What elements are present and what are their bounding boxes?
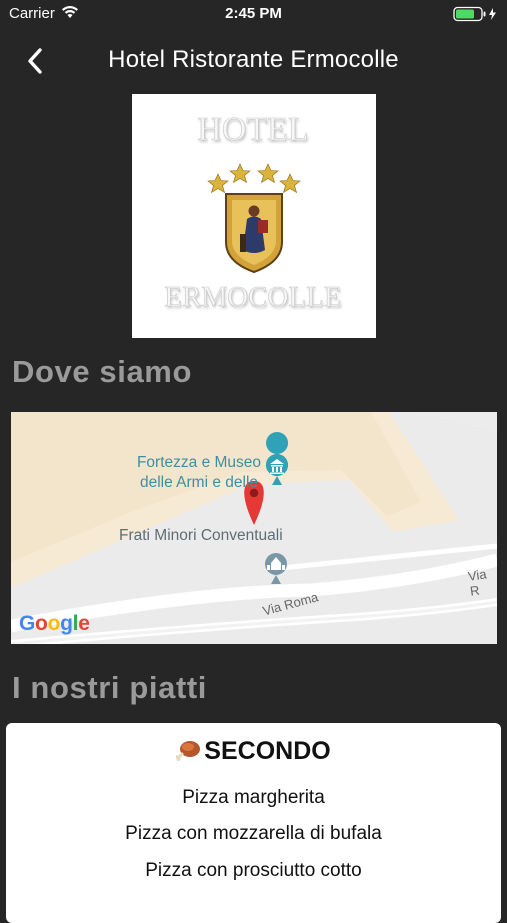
crest-icon [225, 193, 283, 274]
hotel-logo: HOTEL HOTEL ERMOCOLLE ERMOCOLLE [132, 94, 376, 338]
logo-line-2-front: ERMOCOLLE [164, 281, 341, 313]
star-icon [207, 163, 301, 194]
battery-icon [453, 6, 499, 22]
google-logo: Google [19, 612, 90, 635]
navigation-bar: Hotel Ristorante Ermocolle [0, 28, 507, 92]
status-bar: Carrier 2:45 PM [0, 0, 507, 28]
dish-item[interactable]: Pizza margherita [6, 787, 501, 809]
location-section-title: Dove siamo [12, 354, 193, 389]
menu-category-label: SECONDO [204, 737, 331, 765]
map-poi-label[interactable]: Fortezza e Museo delle Armi e delle [129, 453, 269, 493]
dish-item[interactable]: Pizza con mozzarella di bufala [6, 823, 501, 845]
map-poi-label[interactable]: Frati Minori Conventuali [119, 526, 283, 546]
map-street-label: Via R [467, 566, 488, 599]
menu-category-header: SECONDO [6, 737, 501, 769]
menu-card[interactable]: SECONDO Pizza margherita Pizza con mozza… [6, 723, 501, 923]
meat-icon [175, 738, 202, 769]
dish-item[interactable]: Pizza con prosciutto cotto [6, 860, 501, 882]
location-map[interactable]: Fortezza e Museo delle Armi e delle Frat… [11, 412, 497, 644]
clock: 2:45 PM [225, 5, 282, 22]
dishes-section-title: I nostri piatti [12, 670, 207, 705]
logo-line-1-front: HOTEL [197, 111, 308, 148]
page-title: Hotel Ristorante Ermocolle [108, 46, 399, 73]
